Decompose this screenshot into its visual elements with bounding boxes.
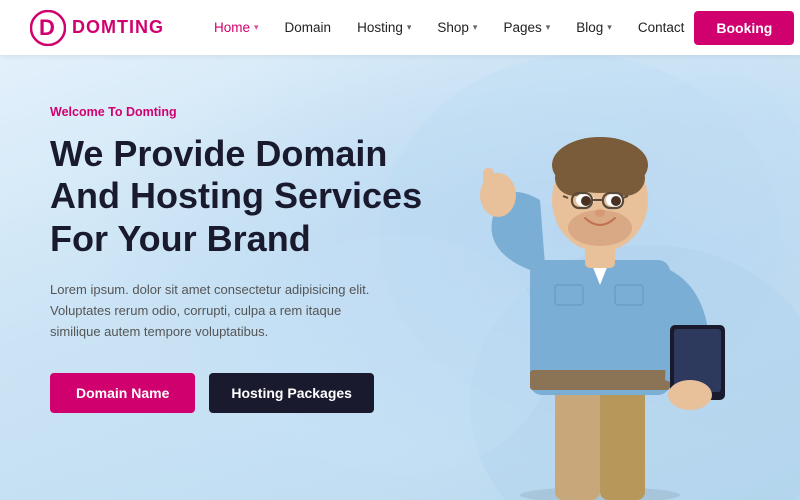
chevron-down-icon: ▾ (546, 22, 551, 33)
nav-item-hosting[interactable]: Hosting ▾ (347, 14, 421, 41)
hero-content: Welcome To Domting We Provide Domain And… (50, 105, 450, 413)
svg-text:D: D (39, 15, 55, 40)
booking-button[interactable]: Booking (694, 11, 794, 45)
chevron-down-icon: ▾ (254, 22, 259, 33)
logo-icon: D (30, 10, 66, 46)
hero-person-image (460, 70, 740, 500)
hero-welcome-text: Welcome To Domting (50, 105, 450, 119)
hero-title: We Provide Domain And Hosting Services F… (50, 133, 450, 260)
nav-item-contact[interactable]: Contact (628, 14, 695, 41)
logo-text: DOMTING (72, 17, 164, 38)
logo[interactable]: D DOMTING (30, 10, 164, 46)
nav-links: Home ▾ Domain Hosting ▾ Shop ▾ Pages ▾ B… (204, 14, 694, 41)
chevron-down-icon: ▾ (407, 22, 412, 33)
hero-section: Welcome To Domting We Provide Domain And… (0, 55, 800, 500)
nav-item-pages[interactable]: Pages ▾ (493, 14, 560, 41)
nav-item-shop[interactable]: Shop ▾ (427, 14, 487, 41)
nav-item-home[interactable]: Home ▾ (204, 14, 269, 41)
hero-description: Lorem ipsum. dolor sit amet consectetur … (50, 280, 380, 342)
nav-item-blog[interactable]: Blog ▾ (566, 14, 622, 41)
navbar: D DOMTING Home ▾ Domain Hosting ▾ Shop ▾… (0, 0, 800, 55)
hero-buttons: Domain Name Hosting Packages (50, 373, 450, 413)
chevron-down-icon: ▾ (607, 22, 612, 33)
domain-name-button[interactable]: Domain Name (50, 373, 195, 413)
hosting-packages-button[interactable]: Hosting Packages (209, 373, 374, 413)
chevron-down-icon: ▾ (473, 22, 478, 33)
nav-item-domain[interactable]: Domain (275, 14, 342, 41)
